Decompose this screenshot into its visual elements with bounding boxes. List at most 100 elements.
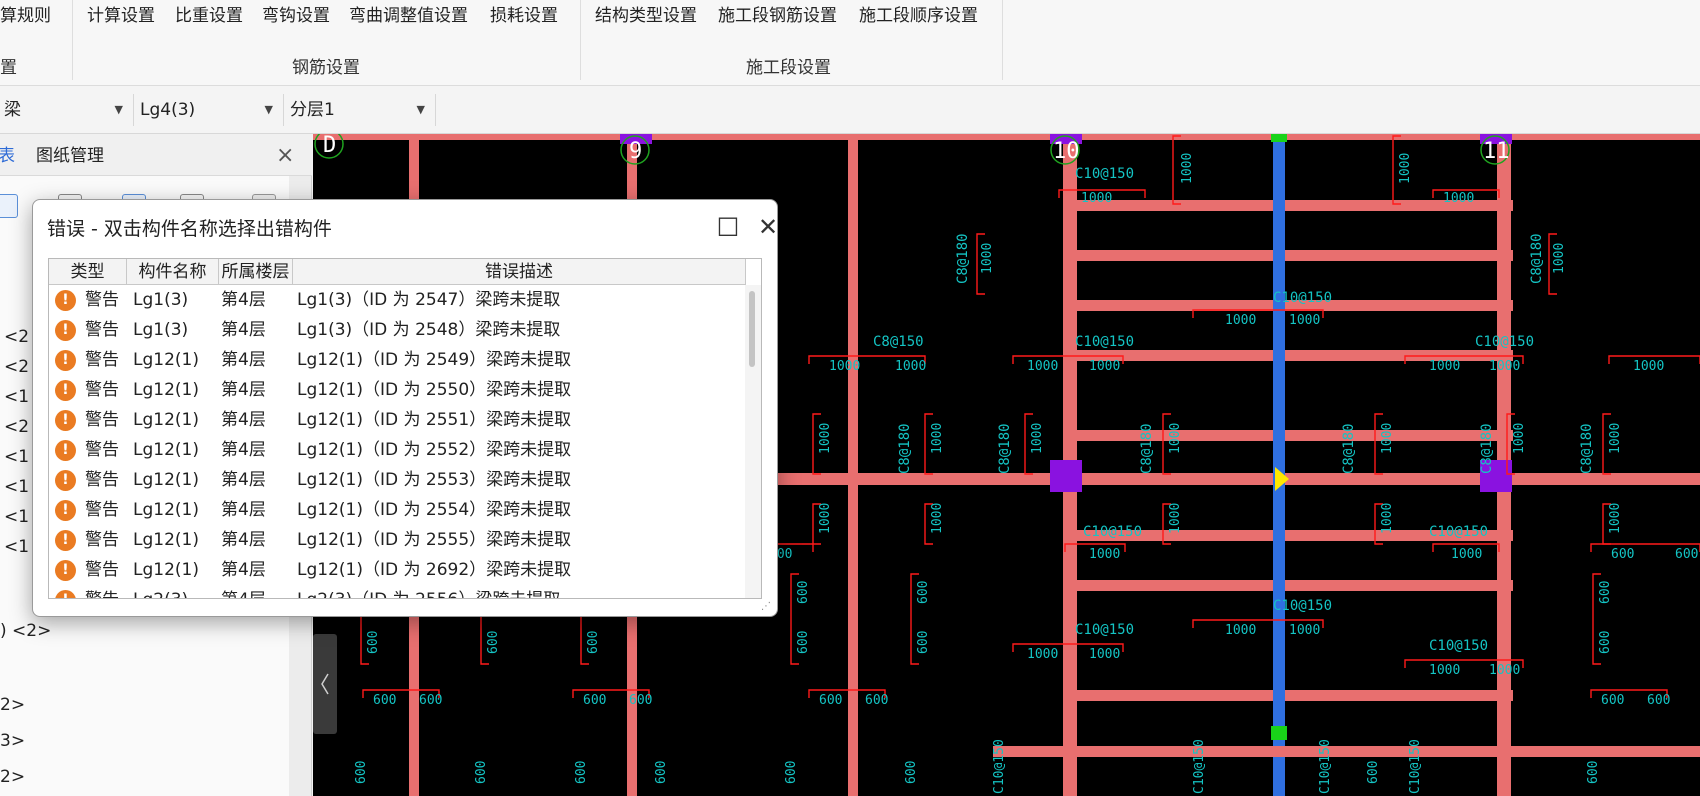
- row-type: 警告: [85, 320, 119, 340]
- resize-grip-icon[interactable]: ⋰: [761, 601, 773, 613]
- table-scrollbar[interactable]: [745, 285, 761, 598]
- canvas-edge-handle: [313, 634, 337, 734]
- row-component-name[interactable]: Lg12(1): [133, 555, 199, 585]
- col-desc-header[interactable]: 错误描述: [293, 259, 746, 285]
- tree-item[interactable]: 2>: [0, 694, 25, 716]
- tree-item[interactable]: <1: [4, 506, 29, 528]
- ribbon-calc-settings[interactable]: 计算设置: [87, 3, 155, 29]
- close-icon[interactable]: ✕: [753, 212, 783, 242]
- col-name-header[interactable]: 构件名称: [127, 259, 219, 285]
- row-component-name[interactable]: Lg12(1): [133, 525, 199, 555]
- row-component-name[interactable]: Lg12(1): [133, 495, 199, 525]
- table-row[interactable]: ! 警告 Lg12(1) 第4层 Lg12(1)（ID 为 2692）梁跨未提取: [49, 555, 746, 585]
- ribbon-bend-adjust-settings[interactable]: 弯曲调整值设置: [349, 3, 468, 29]
- table-row[interactable]: ! 警告 Lg12(1) 第4层 Lg12(1)（ID 为 2552）梁跨未提取: [49, 435, 746, 465]
- row-component-name[interactable]: Lg1(3): [133, 285, 188, 315]
- row-type: 警告: [85, 380, 119, 400]
- dim-text: 1000: [1027, 647, 1058, 662]
- dropdown-arrow-icon: ▼: [264, 103, 273, 116]
- row-type: 警告: [85, 585, 119, 598]
- ribbon-hook-settings[interactable]: 弯钩设置: [262, 3, 330, 29]
- tree-item[interactable]: <1: [4, 536, 29, 558]
- panel-close-icon[interactable]: ×: [276, 144, 294, 168]
- toolbar-icon[interactable]: [0, 194, 18, 218]
- row-component-name[interactable]: Lg12(1): [133, 345, 199, 375]
- row-component-name[interactable]: Lg12(1): [133, 465, 199, 495]
- row-component-name[interactable]: Lg12(1): [133, 435, 199, 465]
- column: [1050, 460, 1082, 492]
- col-type-header[interactable]: 类型: [49, 259, 127, 285]
- axis-label: 10: [1053, 139, 1080, 164]
- row-floor: 第4层: [221, 380, 266, 400]
- tree-item[interactable]: 2>: [0, 766, 25, 788]
- layer-value: 分层1: [290, 100, 335, 120]
- layer-select[interactable]: 分层1 ▼: [286, 94, 436, 126]
- row-description: Lg12(1)（ID 为 2692）梁跨未提取: [297, 560, 572, 580]
- tree-item[interactable]: <1: [4, 386, 29, 408]
- row-type: 警告: [85, 410, 119, 430]
- maximize-icon[interactable]: □: [713, 210, 743, 240]
- col-floor-header[interactable]: 所属楼层: [219, 259, 293, 285]
- scrollbar-thumb[interactable]: [749, 291, 755, 367]
- table-row[interactable]: ! 警告 Lg1(3) 第4层 Lg1(3)（ID 为 2548）梁跨未提取: [49, 315, 746, 345]
- dim-text: 600: [819, 693, 842, 708]
- ribbon-loss-settings[interactable]: 损耗设置: [490, 3, 558, 29]
- rebar-label: C10@150: [1429, 638, 1488, 654]
- dim-text: 1000: [1429, 663, 1460, 678]
- rebar-label: C8@180: [1529, 233, 1545, 284]
- tree-item[interactable]: <2: [4, 326, 29, 348]
- row-floor: 第4层: [221, 440, 266, 460]
- row-component-name[interactable]: Lg12(1): [133, 375, 199, 405]
- beam: [848, 134, 858, 796]
- table-header: 类型 构件名称 所属楼层 错误描述: [49, 259, 746, 285]
- table-row[interactable]: ! 警告 Lg12(1) 第4层 Lg12(1)（ID 为 2549）梁跨未提取: [49, 345, 746, 375]
- ribbon-calc-rules[interactable]: 算规则: [0, 3, 51, 29]
- row-component-name[interactable]: Lg2(3): [133, 585, 188, 598]
- row-component-name[interactable]: Lg12(1): [133, 405, 199, 435]
- dim-text: 1000: [1081, 191, 1112, 206]
- row-description: Lg12(1)（ID 为 2555）梁跨未提取: [297, 530, 572, 550]
- secondary-beam: [1073, 250, 1513, 261]
- ribbon-stage-rebar-settings[interactable]: 施工段钢筋设置: [718, 3, 837, 29]
- tree-item[interactable]: ) <2>: [0, 620, 51, 642]
- table-row[interactable]: ! 警告 Lg1(3) 第4层 Lg1(3)（ID 为 2547）梁跨未提取: [49, 285, 746, 315]
- ribbon-weight-settings[interactable]: 比重设置: [175, 3, 243, 29]
- rebar-label: C10@150: [1075, 166, 1134, 182]
- component-name-value: Lg4(3): [140, 100, 196, 120]
- ribbon-group-rebar-label: 钢筋设置: [292, 58, 360, 78]
- table-row[interactable]: ! 警告 Lg2(3) 第4层 Lg2(3)（ID 为 2556）梁跨未提取: [49, 585, 746, 598]
- tree-item[interactable]: <2: [4, 416, 29, 438]
- rebar-label: C8@180: [1479, 423, 1495, 474]
- component-type-select[interactable]: 梁 ▼: [0, 94, 134, 126]
- tree-item[interactable]: <1: [4, 476, 29, 498]
- row-component-name[interactable]: Lg1(3): [133, 315, 188, 345]
- dim-text: 1000: [1489, 359, 1520, 374]
- rebar-label: C10@150: [1429, 524, 1488, 540]
- dim-text: 600: [419, 693, 442, 708]
- row-type: 警告: [85, 500, 119, 520]
- dim-text: 600: [1647, 693, 1670, 708]
- ribbon-structure-type-settings[interactable]: 结构类型设置: [595, 3, 697, 29]
- rebar-label: C10@150: [1318, 739, 1333, 794]
- dim-text: 1000: [1089, 647, 1120, 662]
- dim-text: 600: [486, 631, 501, 654]
- table-row[interactable]: ! 警告 Lg12(1) 第4层 Lg12(1)（ID 为 2553）梁跨未提取: [49, 465, 746, 495]
- axis-label: 9: [629, 139, 642, 164]
- dim-text: 600: [354, 761, 369, 784]
- ribbon-group-stage-label: 施工段设置: [746, 58, 831, 78]
- table-row[interactable]: ! 警告 Lg12(1) 第4层 Lg12(1)（ID 为 2555）梁跨未提取: [49, 525, 746, 555]
- dim-text: 1000: [1289, 623, 1320, 638]
- tree-item[interactable]: <2: [4, 356, 29, 378]
- tab-drawing-management[interactable]: 图纸管理: [36, 144, 104, 168]
- tree-item[interactable]: <1: [4, 446, 29, 468]
- table-row[interactable]: ! 警告 Lg12(1) 第4层 Lg12(1)（ID 为 2551）梁跨未提取: [49, 405, 746, 435]
- dim-text: 600: [796, 581, 811, 604]
- tree-item[interactable]: 3>: [0, 730, 25, 752]
- component-name-select[interactable]: Lg4(3) ▼: [136, 94, 284, 126]
- dim-text: 600: [1598, 631, 1613, 654]
- tab-component-list[interactable]: 表: [0, 144, 15, 168]
- dim-text: 600: [366, 631, 381, 654]
- ribbon-stage-order-settings[interactable]: 施工段顺序设置: [859, 3, 978, 29]
- table-row[interactable]: ! 警告 Lg12(1) 第4层 Lg12(1)（ID 为 2550）梁跨未提取: [49, 375, 746, 405]
- table-row[interactable]: ! 警告 Lg12(1) 第4层 Lg12(1)（ID 为 2554）梁跨未提取: [49, 495, 746, 525]
